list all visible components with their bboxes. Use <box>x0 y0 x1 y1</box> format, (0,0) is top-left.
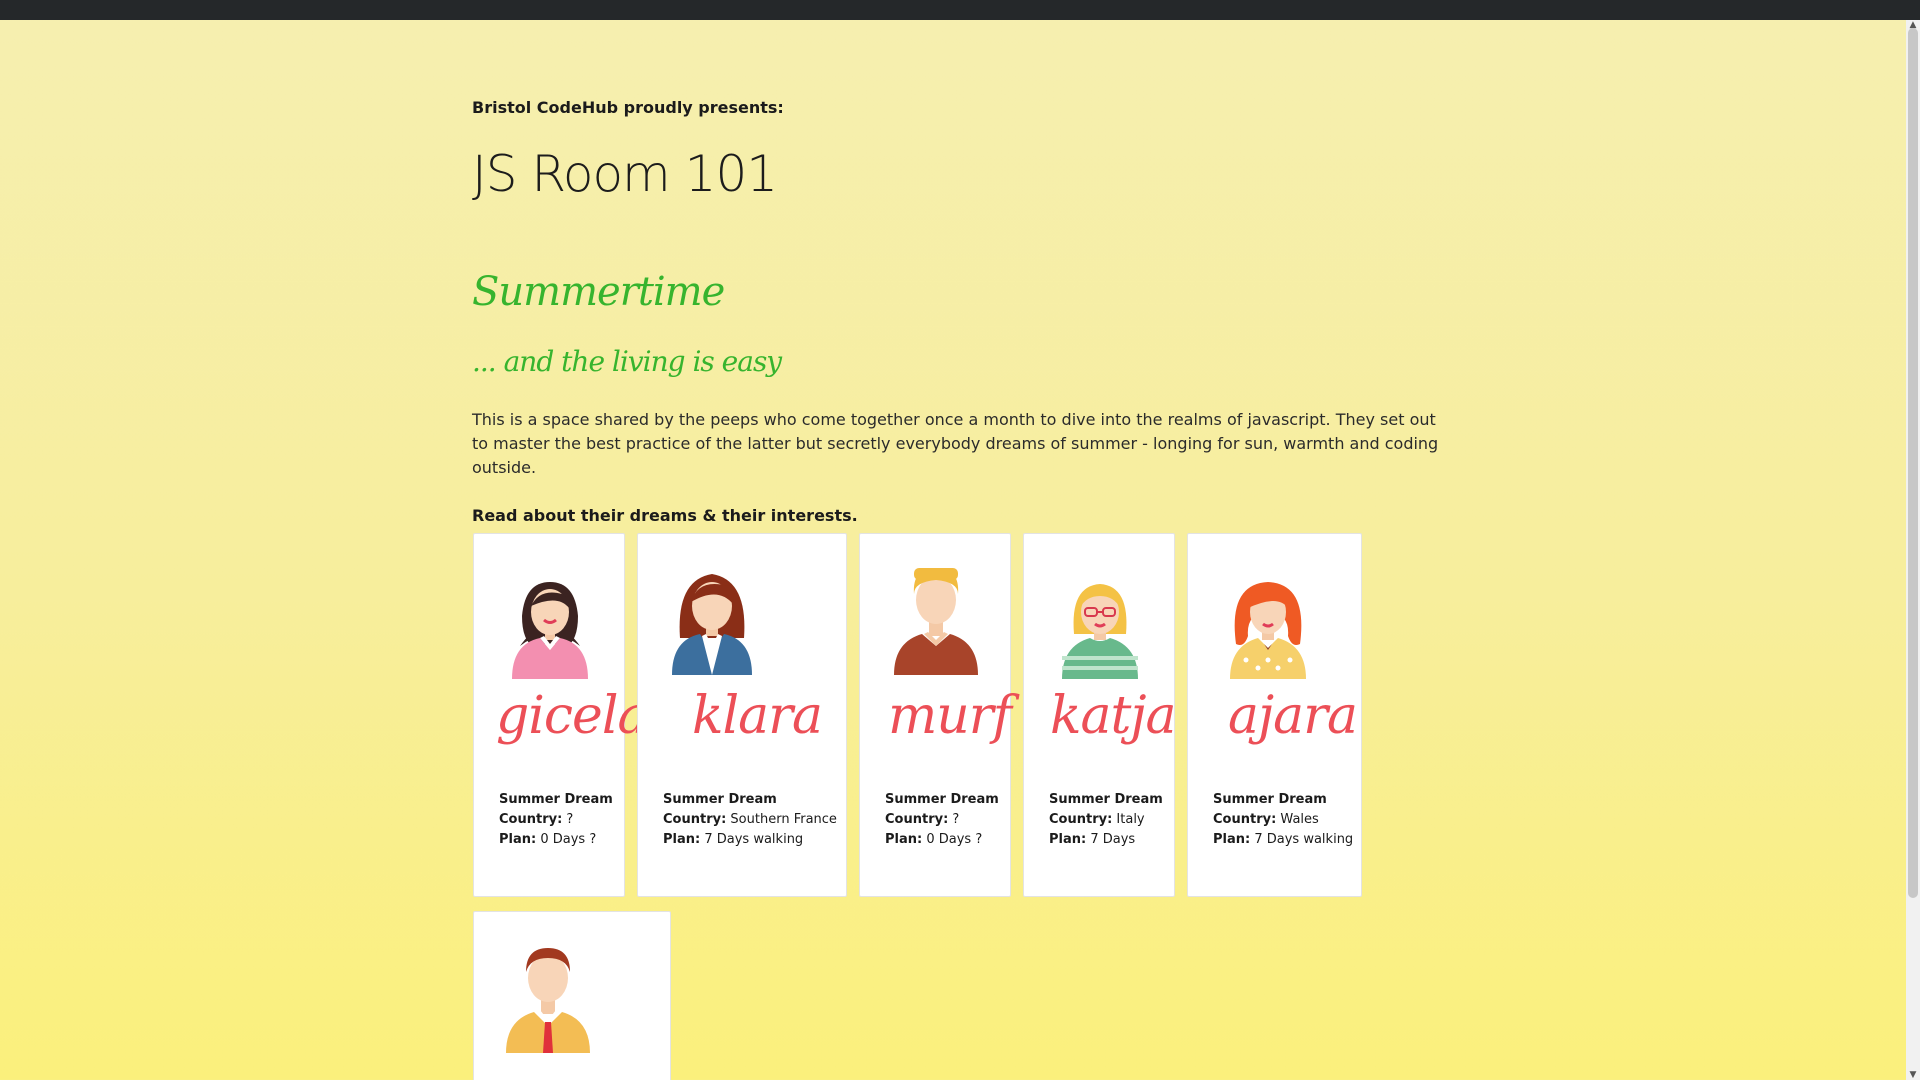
vertical-scrollbar[interactable]: ▲ ▼ <box>1906 20 1920 1080</box>
presents-text: Bristol CodeHub proudly presents: <box>472 98 784 117</box>
page-title: JS Room 101 <box>472 145 778 203</box>
read-about-text: Read about their dreams & their interest… <box>472 506 858 525</box>
plan-label: Plan: <box>499 832 537 847</box>
plan-label: Plan: <box>663 832 701 847</box>
woman-blue-jacket-avatar-icon <box>672 574 752 675</box>
scroll-down-arrow-icon[interactable]: ▼ <box>1908 1070 1918 1080</box>
country-value: Wales <box>1280 812 1319 827</box>
card-info: Summer Dream Country: ? Plan: 0 Days ? <box>885 790 999 850</box>
plan-label: Plan: <box>1049 832 1087 847</box>
plan-value: 7 Days <box>1090 832 1136 847</box>
woman-pink-top-avatar-icon <box>512 582 588 679</box>
card-name: katja <box>1050 686 1177 746</box>
plan-value: 7 Days walking <box>704 832 804 847</box>
plan-label: Plan: <box>1213 832 1251 847</box>
card-info: Summer Dream Country: ? Plan: 0 Days ? <box>499 790 613 850</box>
country-value: ? <box>952 812 960 827</box>
summer-dream-label: Summer Dream <box>1049 792 1163 807</box>
card-info: Summer Dream Country: Italy Plan: 7 Days <box>1049 790 1163 850</box>
intro-paragraph: This is a space shared by the peeps who … <box>472 410 1439 477</box>
summer-dream-label: Summer Dream <box>663 792 777 807</box>
country-label: Country: <box>499 812 563 827</box>
person-card-katja[interactable]: katja Summer Dream Country: Italy Plan: … <box>1023 533 1177 897</box>
card-name: klara <box>692 686 823 746</box>
card-info: Summer Dream Country: Southern France Pl… <box>663 790 837 850</box>
country-value: Southern France <box>730 812 837 827</box>
summer-dream-label: Summer Dream <box>1213 792 1327 807</box>
card-name: murf <box>888 686 1012 746</box>
script-title: Summertime <box>472 269 725 315</box>
plan-value: 0 Days ? <box>926 832 983 847</box>
country-label: Country: <box>1213 812 1277 827</box>
script-subtitle: ... and the living is easy <box>472 345 782 378</box>
main-content: Bristol CodeHub proudly presents: JS Roo… <box>472 20 1452 525</box>
card-name: ajara <box>1228 686 1358 746</box>
person-card-klara[interactable]: klara Summer Dream Country: Southern Fra… <box>637 533 847 897</box>
country-value: Italy <box>1116 812 1145 827</box>
plan-label: Plan: <box>885 832 923 847</box>
plan-value: 7 Days walking <box>1254 832 1354 847</box>
country-label: Country: <box>885 812 949 827</box>
country-label: Country: <box>663 812 727 827</box>
person-card-murf[interactable]: murf Summer Dream Country: ? Plan: 0 Day… <box>859 533 1012 897</box>
browser-top-bar <box>0 0 1920 20</box>
person-card-partial[interactable] <box>473 911 671 1080</box>
summer-dream-label: Summer Dream <box>885 792 999 807</box>
man-blond-avatar-icon <box>894 568 978 675</box>
card-name: gicela <box>496 686 648 746</box>
country-label: Country: <box>1049 812 1113 827</box>
card-info: Summer Dream Country: Wales Plan: 7 Days… <box>1213 790 1353 850</box>
scrollbar-thumb[interactable] <box>1908 28 1918 898</box>
man-tie-avatar-icon <box>506 948 590 1053</box>
summer-dream-label: Summer Dream <box>499 792 613 807</box>
woman-red-hair-avatar-icon <box>1230 582 1306 679</box>
country-value: ? <box>566 812 574 827</box>
person-card-ajara[interactable]: ajara Summer Dream Country: Wales Plan: … <box>1187 533 1362 897</box>
plan-value: 0 Days ? <box>540 832 597 847</box>
woman-glasses-avatar-icon <box>1062 584 1138 679</box>
person-card-gicela[interactable]: gicela Summer Dream Country: ? Plan: 0 D… <box>473 533 648 897</box>
